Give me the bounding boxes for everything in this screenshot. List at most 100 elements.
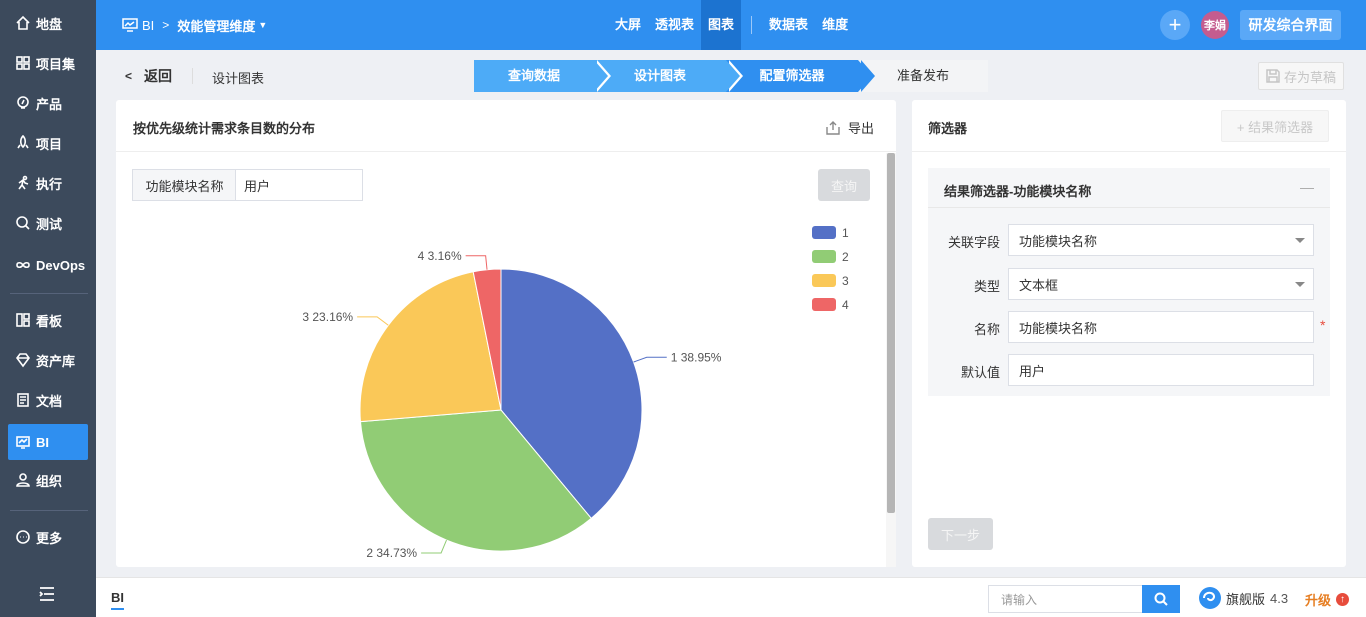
next-step-button[interactable]: 下一步 (928, 518, 993, 550)
kanban-icon (14, 311, 32, 329)
sidebar-item-kanban[interactable]: 看板 (8, 302, 88, 338)
chevron-left-icon: < (125, 69, 133, 83)
diamond-icon (14, 351, 32, 369)
nav-dimension[interactable]: 维度 (815, 0, 855, 50)
collapse-icon[interactable]: — (1300, 179, 1314, 195)
search-input[interactable]: 请输入 (988, 585, 1144, 613)
version-label: 4.3 (1270, 590, 1289, 606)
pie-data-label-1: 1 38.95% (671, 350, 722, 364)
step-label: 配置筛选器 (759, 68, 825, 83)
name-input[interactable]: 功能模块名称 (1008, 311, 1314, 343)
nav-chart[interactable]: 图表 (701, 0, 742, 50)
pie-label-line-2 (421, 539, 447, 554)
step-config-filter[interactable]: 配置筛选器 (726, 60, 875, 92)
filter-value-input[interactable]: 用户 (235, 169, 363, 201)
nav-pivot[interactable]: 透视表 (648, 0, 701, 50)
filter-card-title: 筛选器 (928, 121, 968, 136)
sidebar-item-docs[interactable]: 文档 (8, 382, 88, 418)
step-label: 设计图表 (633, 68, 686, 83)
step-publish[interactable]: 准备发布 (858, 60, 988, 92)
filter-field-label: 功能模块名称 (132, 169, 236, 201)
panel-title: 结果筛选器-功能模块名称 (944, 184, 1092, 199)
plus-icon: + (1168, 12, 1182, 37)
back-button[interactable]: < 返回 (125, 66, 172, 86)
sidebar-item-dashboard[interactable]: 地盘 (8, 5, 88, 41)
legend-swatch-4[interactable] (812, 298, 836, 311)
dropdown-arrow-icon (1295, 238, 1305, 243)
sidebar-item-label: 组织 (36, 473, 63, 489)
sidebar-item-more[interactable]: 更多 (8, 519, 88, 555)
avatar[interactable]: 李娟 (1201, 11, 1229, 39)
search-icon (1154, 592, 1168, 606)
workspace-button[interactable]: 研发综合界面 (1240, 10, 1341, 40)
sidebar-item-execution[interactable]: 执行 (8, 165, 88, 201)
sidebar-item-label: BI (36, 434, 49, 450)
filter-card: 筛选器 + 结果筛选器 结果筛选器-功能模块名称 — 关联字段 功能模块名称 类… (912, 100, 1346, 567)
legend-swatch-1[interactable] (812, 226, 836, 239)
sidebar-item-project[interactable]: 项目 (8, 125, 88, 161)
export-button[interactable]: 导出 (826, 118, 874, 137)
related-field-select[interactable]: 功能模块名称 (1008, 224, 1314, 256)
step-query-data[interactable]: 查询数据 (474, 60, 611, 92)
step-arrow (594, 60, 608, 92)
pie-label-line-4 (465, 255, 488, 270)
breadcrumb-module[interactable]: BI (142, 18, 154, 33)
caret-down-icon[interactable]: ▼ (258, 20, 267, 30)
save-draft-button[interactable]: 存为草稿 (1258, 62, 1344, 90)
tab-bi[interactable]: BI (111, 590, 124, 610)
field-row-default-value: 默认值 用户 (928, 354, 1330, 386)
result-filter-panel-header: 结果筛选器-功能模块名称 — (928, 168, 1330, 208)
legend-label-3[interactable]: 3 (842, 274, 849, 288)
pie-data-label-2: 2 34.73% (366, 546, 417, 560)
sidebar-item-product[interactable]: 产品 (8, 85, 88, 121)
sidebar-item-bi[interactable]: BI (8, 424, 88, 460)
field-label: 类型 (973, 279, 1000, 294)
save-draft-label: 存为草稿 (1283, 69, 1336, 85)
step-design-chart[interactable]: 设计图表 (594, 60, 743, 92)
sidebar-item-label: 执行 (36, 176, 63, 192)
upgrade-button[interactable]: 升级 ↑ (1305, 590, 1350, 609)
field-row-type: 类型 文本框 (928, 268, 1330, 300)
sidebar-item-asset-library[interactable]: 资产库 (8, 342, 88, 378)
sidebar-item-organization[interactable]: 组织 (8, 462, 88, 498)
nav-divider (751, 16, 753, 34)
field-label: 名称 (973, 322, 1000, 337)
field-label: 关联字段 (947, 235, 1000, 250)
export-label: 导出 (847, 121, 874, 136)
sidebar-item-label: 地盘 (36, 16, 63, 32)
scrollbar-thumb[interactable] (887, 153, 895, 513)
create-button[interactable]: + (1160, 10, 1190, 40)
default-value-input[interactable]: 用户 (1008, 354, 1314, 386)
field-label: 默认值 (960, 365, 1000, 380)
collapse-menu-icon[interactable] (38, 586, 58, 604)
result-filter-panel: 结果筛选器-功能模块名称 — 关联字段 功能模块名称 类型 文本框 名称 功能模… (928, 168, 1330, 396)
document-icon (14, 391, 32, 409)
nav-screen[interactable]: 大屏 (608, 0, 648, 50)
query-button[interactable]: 查询 (818, 169, 870, 201)
sidebar-item-program[interactable]: 项目集 (8, 45, 88, 81)
pie-chart: 1 38.95% 2 34.73% 3 23.16% 4 3.16% 1 2 3 4 (302, 226, 849, 560)
add-result-filter-button[interactable]: + 结果筛选器 (1221, 110, 1329, 142)
select-value: 功能模块名称 (1019, 233, 1098, 249)
chart-card-header: 按优先级统计需求条目数的分布 导出 (116, 100, 896, 152)
type-select[interactable]: 文本框 (1008, 268, 1314, 300)
legend-label-4[interactable]: 4 (842, 298, 849, 312)
legend-label-1[interactable]: 1 (842, 226, 849, 240)
top-bar: BI > 效能管理维度 ▼ 大屏 透视表 图表 数据表 维度 + 李娟 研发综合… (96, 0, 1366, 50)
project-switcher[interactable]: 效能管理维度 (177, 16, 255, 35)
arrow-up-icon: ↑ (1336, 593, 1350, 606)
run-icon (14, 174, 32, 192)
sidebar-item-test[interactable]: 测试 (8, 205, 88, 241)
search-button[interactable] (1142, 585, 1180, 613)
sidebar-item-label: 项目集 (36, 56, 76, 72)
nav-datatable[interactable]: 数据表 (762, 0, 815, 50)
sidebar-divider (10, 510, 88, 511)
pie-label-line-3 (357, 316, 389, 326)
legend-swatch-2[interactable] (812, 250, 836, 263)
legend-label-2[interactable]: 2 (842, 250, 849, 264)
legend-swatch-3[interactable] (812, 274, 836, 287)
field-row-name: 名称 功能模块名称 * (928, 311, 1330, 343)
sidebar-item-devops[interactable]: DevOps (8, 247, 88, 283)
step-arrow (858, 60, 872, 92)
magnifier-icon (14, 214, 32, 232)
